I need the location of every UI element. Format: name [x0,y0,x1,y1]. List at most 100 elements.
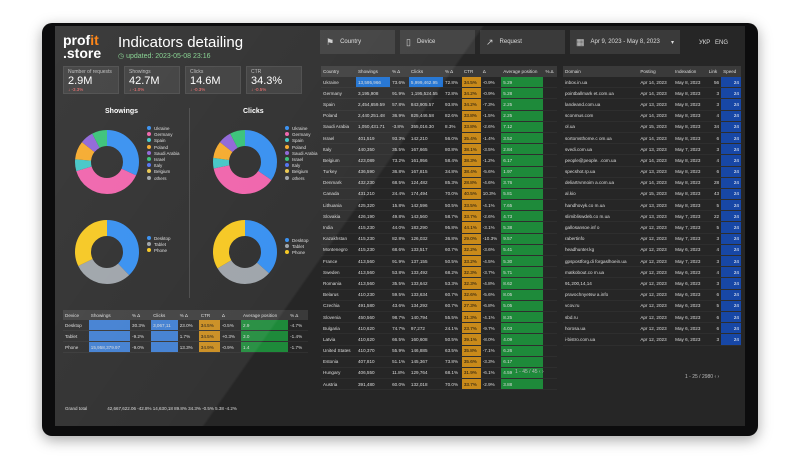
column-header[interactable]: Indexation [673,66,707,77]
table-row[interactable]: gallosansoe.inf o Apr 12, 2023 May 7, 2023… [563,221,741,234]
table-row[interactable]: United States 410,370 55.9% 146,885 63.5% 35.… [321,345,557,357]
column-header[interactable]: Clicks [408,66,444,77]
table-row[interactable]: Slovakia 426,190 49.8% 143,560 58.7% 33.7% -2.… [321,210,557,223]
column-header[interactable]: Δ [219,310,242,320]
column-header[interactable]: % Δ [130,310,152,320]
country-filter[interactable]: ⚑ Country [320,30,395,54]
legend-item[interactable]: others [285,175,318,182]
table-row[interactable]: Montenegro 415,230 68.6% 133,517 60.7% 32.2% -… [321,244,557,257]
table-row[interactable]: horosa.ua Apr 12, 2023 May 6, 2023 6 24 [563,322,741,335]
table-row[interactable]: people@people. .com.ua Apr 14, 2023 May 8,… [563,154,741,167]
table-row[interactable]: Czechia 491,580 43.6% 134,292 60.7% 27.3% -6.8… [321,300,557,312]
table-row[interactable]: Desktop 30.3% 3,067,11 23.0% 34.5% -0.5% 2.9 -4… [63,320,308,331]
column-header[interactable]: Domain [563,66,639,77]
table-cell: -3.3% [480,356,502,368]
table-row[interactable]: Lithuania 425,320 15.8% 142,596 50.5% 33.5% -4… [321,199,557,212]
table-row[interactable]: inbox.in.ua Apr 14, 2023 May 8, 2023 56 24 [563,77,741,89]
table-row[interactable]: Austria 391,480 60.0% 132,018 70.0% 33.7% -2.9… [321,378,557,391]
table-cell: 35.5% [390,143,409,156]
column-header[interactable]: % Δ [543,66,557,77]
table-row[interactable]: Latvia 410,620 66.5% 160,608 50.5% 39.1% -8.0%… [321,333,557,346]
clicks-device-donut[interactable] [213,220,277,284]
column-header[interactable]: Clicks [151,310,178,320]
table-row[interactable]: Canada 431,210 24.4% 174,494 70.0% 40.5% 10.3%… [321,188,557,201]
legend-item[interactable]: Phone [147,248,171,254]
table-row[interactable]: India 415,230 44.0% 183,290 95.8% 44.1% -3.1% 5… [321,221,557,234]
date-range-filter[interactable]: ▦ Apr 9, 2023 - May 8, 2023 ▾ [570,30,680,54]
table-row[interactable]: Sweden 413,560 53.8% 133,492 68.2% 32.3% -3.7%… [321,266,557,279]
table-row[interactable]: vcov.ru Apr 12, 2023 May 6, 2023 5 24 [563,300,741,312]
showings-device-donut[interactable] [75,220,139,284]
table-row[interactable]: matkobout.co m.ua Apr 12, 2023 May 6, 2023… [563,266,741,279]
column-header[interactable]: % Δ [177,310,199,320]
chevron-left-icon[interactable]: ‹ [539,369,541,375]
column-header[interactable]: Average position [241,310,289,320]
clicks-country-donut[interactable] [213,130,277,194]
column-header[interactable]: Speed [721,66,741,77]
table-row[interactable]: sbd.ru Apr 12, 2023 May 6, 2023 6 24 [563,311,741,324]
table-row[interactable]: gpspostforg.di forgaslhoein.ua Apr 12, 20… [563,255,741,268]
table-row[interactable]: slimibliswdeb.co m.ua Apr 13, 2023 May 7, … [563,210,741,223]
table-row[interactable]: Tablet -9.2% 1.7% 34.5% +0.3% 3.0 -1.4% [63,330,308,342]
table-row[interactable]: deliartrvnnoim a.com.ua Apr 14, 2023 May 8… [563,177,741,189]
domain-pager[interactable]: 1 - 25 / 2980 ‹ › [685,374,719,380]
column-header[interactable]: CTR [461,66,481,77]
table-row[interactable]: al.kio Apr 15, 2023 May 8, 2023 43 24 [563,188,741,201]
column-header[interactable]: % Δ [443,66,462,77]
table-row[interactable]: svedi.com.ua Apr 13, 2023 May 7, 2023 3 24 [563,143,741,156]
table-row[interactable]: Bulgaria 410,620 74.7% 97,272 24.1% 23.7% -9.7… [321,322,557,335]
column-header[interactable]: Device [63,310,89,320]
table-row[interactable]: Slovenia 450,560 98.7% 140,794 55.5% 31.3% -4.… [321,311,557,324]
column-header[interactable]: Showings [88,310,131,320]
table-row[interactable]: ol.ua Apr 15, 2023 May 8, 2023 34 24 [563,121,741,133]
chevron-right-icon[interactable]: › [718,374,720,380]
table-row[interactable]: Belgium 423,089 73.2% 161,956 58.4% 38.3% -1.2… [321,154,557,167]
table-row[interactable]: sconmus.com Apr 14, 2023 May 8, 2023 4 24 [563,110,741,122]
table-row[interactable]: Phone 15,958,379.97 -9.0% 13.3% 34.9% -0.9% 1.… [63,341,308,353]
table-row[interactable]: Turkey 436,590 36.8% 167,815 34.8% 38.4% -5.6%… [321,166,557,178]
table-row[interactable]: Kazakhstan 415,230 82.8% 126,032 36.8% 29.0% -… [321,233,557,245]
table-row[interactable]: rabertinfo Apr 12, 2023 May 7, 2023 3 24 [563,233,741,245]
request-filter[interactable]: ↗ Request [480,30,565,54]
table-row[interactable]: 91,200,14,14 Apr 12, 2023 May 6, 2023 3 24 [563,277,741,290]
table-row[interactable]: Spain 2,454,659.59 57.8% 843,905.57 93.8% 34.… [321,98,557,111]
table-row[interactable]: Poland 2,440,251.48 36.9% 825,446.58 82.6% 33… [321,110,557,122]
table-row[interactable]: Saudi Arabia 1,050,431.71 -3.8% 355,016.30 8… [321,121,557,133]
showings-country-donut[interactable] [75,130,139,194]
column-header[interactable]: Showings [355,66,391,77]
country-pager[interactable]: 1 - 45 / 45 ‹ › [515,369,544,375]
table-row[interactable]: i-bistro.com.ua Apr 12, 2023 May 6, 2023 3 2… [563,333,741,346]
table-row[interactable]: pointballmark et.com.ua Apr 14, 2023 May 8… [563,87,741,100]
table-row[interactable]: Estonia 407,810 51.1% 145,367 73.8% 35.6% -3.3… [321,356,557,368]
lang-ua[interactable]: УКР [699,40,710,46]
device-filter[interactable]: ▯ Device [400,30,475,54]
table-row[interactable]: France 413,560 91.9% 137,155 50.5% 33.2% -4.5%… [321,255,557,268]
table-row[interactable]: Germany 3,195,908 91.9% 1,195,524.55 72.8% 34… [321,87,557,100]
table-row[interactable]: Italy 440,350 35.5% 167,665 80.8% 38.1% -3.5% 2… [321,143,557,156]
column-header[interactable]: CTR [198,310,220,320]
table-row[interactable]: Ukraine 13,595,966 73.6% 5,999,462.95 72.8% 3… [321,77,557,89]
brand-logo[interactable]: profit .store [63,33,111,60]
table-row[interactable]: landeand.com.ua Apr 13, 2023 May 8, 2023 3 2… [563,98,741,111]
table-row[interactable]: Israel 401,519 93.3% 142,210 56.0% 35.4% -1.4%… [321,132,557,145]
table-row[interactable]: sortomsthome.c om.ua Apr 14, 2023 May 8, 2… [563,132,741,145]
chevron-right-icon[interactable]: › [542,369,544,375]
table-row[interactable]: headhunter.kg Apr 12, 2023 May 6, 2023 4 24 [563,244,741,257]
table-row[interactable]: specshot.rp.ua Apr 13, 2023 May 8, 2023 6 24 [563,166,741,178]
legend-item[interactable]: others [147,175,180,182]
column-header[interactable]: Average position [501,66,544,77]
legend-item[interactable]: Phone [285,250,309,256]
column-header[interactable]: % Δ [288,310,308,320]
column-header[interactable]: Country [321,66,356,77]
column-header[interactable]: Δ [480,66,502,77]
chevron-left-icon[interactable]: ‹ [714,374,716,380]
table-row[interactable]: Romania 413,560 35.5% 133,642 53.3% 32.3% -4.8… [321,277,557,290]
column-header[interactable]: % Δ [390,66,409,77]
table-row[interactable]: Belarus 410,230 59.5% 133,634 60.7% 32.6% -5.6… [321,289,557,301]
table-row[interactable]: Denmark 432,230 68.5% 124,482 85.3% 28.8% -4.6… [321,177,557,189]
lang-en[interactable]: ENG [715,40,728,46]
table-row[interactable]: pravochnyetsw a.info Apr 12, 2023 May 6, 2… [563,289,741,301]
table-row[interactable]: handhovyk.co m.ua Apr 13, 2023 May 8, 2023… [563,199,741,212]
column-header[interactable]: Posting [638,66,674,77]
column-header[interactable]: Link [706,66,722,77]
